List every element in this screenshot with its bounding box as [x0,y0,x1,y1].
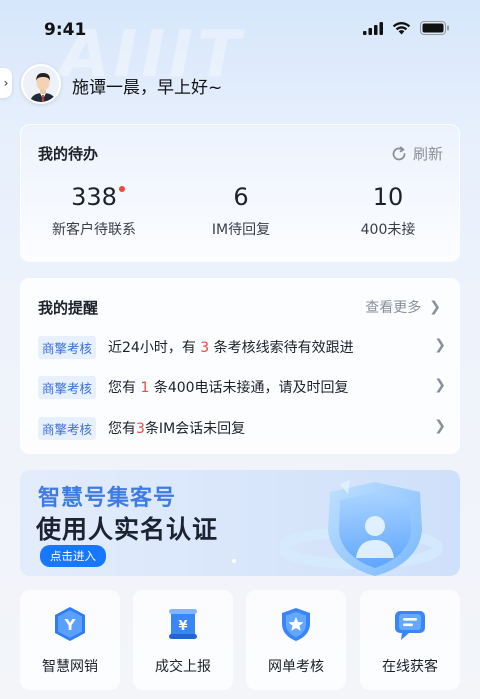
reminder-count: 3 [136,421,145,437]
reminder-item[interactable]: 商擎考核 您有3条IM会话未回复 ❯ [38,416,446,440]
side-expand-arrow[interactable]: › [0,68,12,98]
refresh-button[interactable]: 刷新 [391,143,443,164]
reminder-tag: 商擎考核 [38,416,97,440]
todo-title: 我的待办 [38,145,99,163]
avatar-person-icon [23,66,59,102]
chevron-right-icon: ❯ [429,299,441,315]
reminder-text: 近24小时，有 3 条考核线索待有效跟进 [108,340,354,356]
enter-button[interactable]: 点击进入 [40,545,106,567]
verification-banner[interactable]: 智慧号集客号 使用人实名认证 点击进入 [20,470,460,576]
chat-bubble-icon [395,611,425,640]
reminder-item[interactable]: 商擎考核 您有 1 条400电话未接通，请及时回复 ❯ [38,375,446,399]
avatar[interactable] [21,64,61,104]
banner-title: 使用人实名认证 [36,515,219,544]
entry-label: 在线获客 [382,659,438,675]
reminders-title: 我的提醒 [38,299,99,317]
wifi-icon [392,22,411,35]
view-more-link[interactable]: 查看更多 ❯ [365,297,441,317]
entry-label: 网单考核 [268,659,324,675]
signal-icon [363,21,383,35]
stat-value: 6 [233,183,249,211]
star-shield-icon [282,608,310,641]
refresh-icon [392,146,406,160]
reminder-item[interactable]: 商擎考核 近24小时，有 3 条考核线索待有效跟进 ❯ [38,335,446,359]
entry-online-acquisition[interactable]: 在线获客 [360,590,460,690]
reminder-count: 3 [200,340,210,356]
chevron-right-icon: ❯ [434,418,446,434]
stat-new-customers[interactable]: 338 新客户待联系 [21,183,167,239]
banner-subtitle: 智慧号集客号 [38,486,177,511]
todo-card: 我的待办 刷新 338 新客户待联系 6 IM待回复 10 400未接 [20,124,460,262]
reminder-text: 您有3条IM会话未回复 [108,421,246,437]
stat-label: 新客户待联系 [52,222,136,238]
reminder-tag: 商擎考核 [38,335,97,359]
status-icons [363,21,450,35]
y-badge-icon: Y [55,607,85,641]
shield-person-illustration [280,480,443,576]
refresh-label: 刷新 [412,145,443,163]
notification-dot [118,186,125,192]
stat-value: 338 [71,183,117,211]
greeting-text: 施谭一晨，早上好~ [72,78,223,98]
entry-label: 智慧网销 [42,659,98,675]
reminder-text: 您有 1 条400电话未接通，请及时回复 [108,380,349,396]
entry-deal-report[interactable]: ¥ 成交上报 [133,590,233,690]
stat-value: 10 [372,183,404,211]
reminder-tag: 商擎考核 [38,375,97,399]
carousel-indicator [232,559,236,563]
yuan-scroll-icon: ¥ [169,609,197,639]
entry-smart-marketing[interactable]: Y 智慧网销 [20,590,120,690]
battery-icon [420,21,449,35]
stat-im-reply[interactable]: 6 IM待回复 [168,183,314,239]
svg-text:¥: ¥ [178,619,187,634]
entry-web-order-review[interactable]: 网单考核 [246,590,346,690]
stat-label: 400未接 [360,222,416,238]
chevron-right-icon: ❯ [434,337,446,353]
status-time: 9:41 [44,20,87,40]
quick-entry-grid: Y 智慧网销 ¥ 成交上报 网单考核 在线获客 [20,590,460,699]
stat-400-missed[interactable]: 10 400未接 [315,183,461,239]
chevron-right-icon: ❯ [434,377,446,393]
status-bar: AIIIT 9:41 [0,0,480,92]
stat-label: IM待回复 [211,222,271,238]
view-more-label: 查看更多 [365,300,422,316]
reminders-card: 我的提醒 查看更多 ❯ 商擎考核 近24小时，有 3 条考核线索待有效跟进 ❯ … [20,278,460,454]
svg-text:Y: Y [64,616,77,634]
entry-label: 成交上报 [155,659,211,675]
